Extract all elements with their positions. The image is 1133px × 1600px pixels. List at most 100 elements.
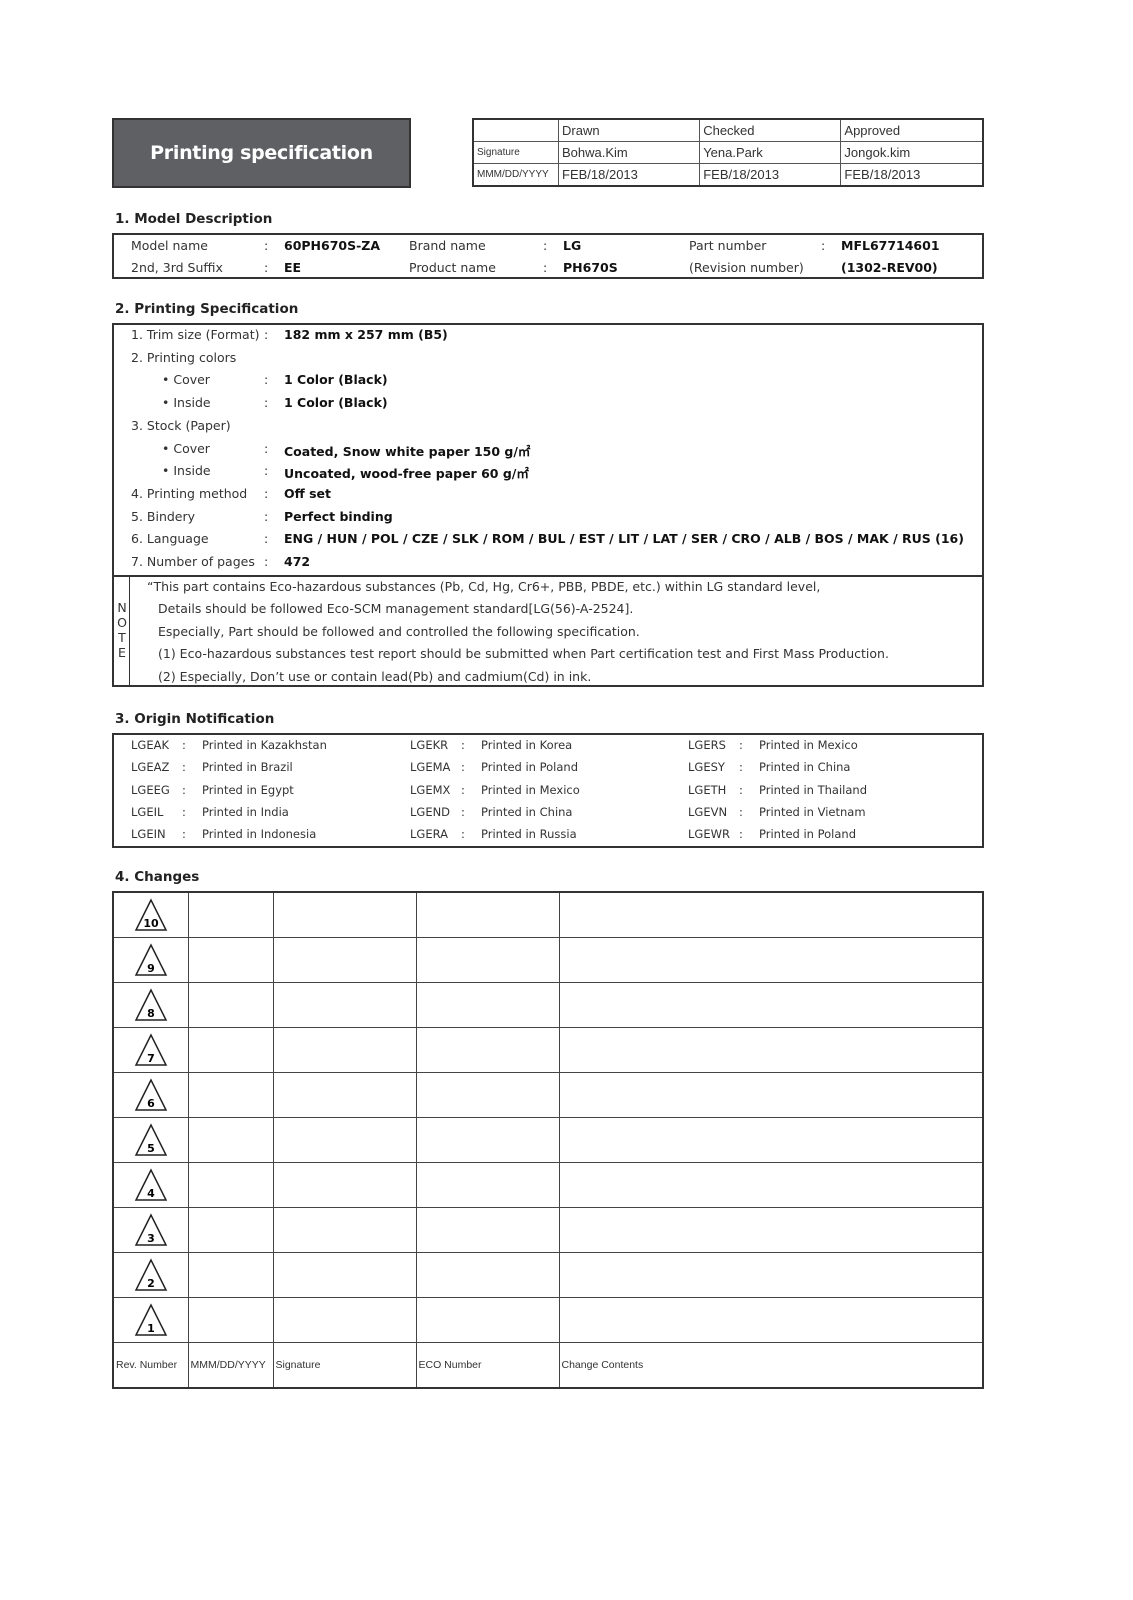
changes-cell: [272, 1072, 417, 1118]
changes-cell: [558, 1207, 984, 1253]
origin-text: Printed in Korea: [481, 738, 573, 752]
changes-cell: [558, 982, 984, 1028]
note-line: “This part contains Eco-hazardous substa…: [147, 579, 821, 594]
spec-item-colon: :: [264, 508, 269, 524]
changes-cell: [187, 1162, 274, 1208]
changes-cell: [272, 1117, 417, 1163]
changes-cell: [272, 937, 417, 983]
field-label: Part number: [689, 238, 767, 253]
changes-column-label: Rev. Number: [112, 1342, 189, 1389]
revision-number: 4: [147, 1187, 155, 1200]
origin-colon: :: [739, 760, 743, 775]
changes-cell: [415, 1297, 560, 1343]
changes-row: 5: [112, 1117, 984, 1163]
section-title-model: 1. Model Description: [115, 211, 273, 227]
revision-triangle-icon: 2: [134, 1258, 167, 1291]
signature-approved: Jongok.kim: [840, 141, 984, 164]
changes-row: 9: [112, 937, 984, 983]
origin-colon: :: [182, 760, 186, 775]
spec-item-label: 3. Stock (Paper): [131, 417, 231, 433]
note-line: (2) Especially, Don’t use or contain lea…: [158, 668, 592, 684]
changes-cell: [415, 1207, 560, 1253]
approval-table: Drawn Checked Approved Signature Bohwa.K…: [472, 118, 984, 187]
spec-item-label: • Inside: [162, 395, 211, 411]
spec-item-label: 7. Number of pages: [131, 554, 255, 569]
origin-text: Printed in Egypt: [202, 782, 294, 797]
changes-cell: [272, 1162, 417, 1208]
note-letter: N: [117, 600, 127, 615]
section-title-origin: 3. Origin Notification: [115, 711, 275, 727]
spec-item-label: 1. Trim size (Format): [131, 327, 260, 342]
changes-cell: [558, 1297, 984, 1343]
changes-cell: [187, 1072, 274, 1118]
revision-triangle-icon: 9: [134, 943, 167, 976]
revision-triangle-icon: 5: [134, 1123, 167, 1156]
changes-row: 7: [112, 1027, 984, 1073]
changes-cell: [187, 1297, 274, 1343]
spec-item-label: • Cover: [162, 440, 210, 456]
origin-text: Printed in Vietnam: [759, 804, 866, 819]
origin-code: LGEKR: [410, 738, 449, 752]
origin-text: Printed in Poland: [481, 760, 579, 775]
changes-row: 4: [112, 1162, 984, 1208]
origin-code: LGEIL: [131, 804, 164, 819]
approval-date-row: MMM/DD/YYYY FEB/18/2013 FEB/18/2013 FEB/…: [472, 163, 984, 187]
changes-cell: [415, 1117, 560, 1163]
revision-number: 8: [147, 1007, 155, 1020]
origin-colon: :: [739, 804, 743, 819]
revision-cell: 3: [112, 1207, 189, 1253]
origin-text: Printed in Mexico: [481, 782, 580, 797]
revision-cell: 2: [112, 1252, 189, 1298]
origin-code: LGEAK: [131, 738, 169, 752]
field-colon: :: [264, 260, 269, 275]
origin-colon: :: [182, 804, 186, 819]
date-checked: FEB/18/2013: [699, 163, 842, 187]
note-line: Details should be followed Eco-SCM manag…: [158, 601, 634, 617]
revision-number: 9: [147, 962, 155, 975]
field-colon: :: [264, 238, 269, 253]
spec-item-colon: :: [264, 531, 269, 547]
note-divider: [114, 575, 982, 577]
changes-cell: [415, 937, 560, 983]
changes-cell: [272, 1027, 417, 1073]
spec-item-colon: :: [264, 463, 269, 479]
origin-code: LGEAZ: [131, 760, 170, 775]
origin-text: Printed in Russia: [481, 827, 577, 842]
field-label: Brand name: [409, 238, 486, 253]
spec-item-colon: :: [264, 554, 269, 569]
changes-cell: [187, 1117, 274, 1163]
signature-drawn: Bohwa.Kim: [557, 141, 701, 164]
changes-column-label: Signature: [272, 1342, 417, 1389]
origin-code: LGEWR: [688, 827, 730, 842]
origin-code: LGETH: [688, 782, 727, 797]
field-colon: :: [543, 260, 548, 275]
origin-text: Printed in Thailand: [759, 782, 868, 797]
spec-item-value: 182 mm x 257 mm (B5): [284, 327, 448, 342]
origin-code: LGERA: [410, 827, 448, 842]
changes-cell: [415, 982, 560, 1028]
spec-item-colon: :: [264, 395, 269, 411]
revision-triangle-icon: 3: [134, 1213, 167, 1246]
origin-colon: :: [182, 827, 186, 842]
date-drawn: FEB/18/2013: [557, 163, 701, 187]
field-label: Model name: [131, 238, 208, 253]
revision-cell: 4: [112, 1162, 189, 1208]
approval-signature-row: Signature Bohwa.Kim Yena.Park Jongok.kim: [472, 141, 984, 164]
spec-item-value: ENG / HUN / POL / CZE / SLK / ROM / BUL …: [284, 531, 964, 547]
spec-item-label: • Cover: [162, 372, 210, 388]
printing-spec-box: NOTE 1. Trim size (Format):182 mm x 257 …: [112, 323, 984, 687]
origin-colon: :: [461, 782, 465, 797]
approval-col-drawn: Drawn: [557, 118, 701, 142]
note-line: Especially, Part should be followed and …: [158, 623, 640, 639]
origin-colon: :: [461, 760, 465, 775]
field-colon: :: [543, 238, 548, 253]
changes-column-label: MMM/DD/YYYY: [187, 1342, 274, 1389]
part-number-value: MFL67714601: [841, 238, 940, 253]
origin-code: LGEIN: [131, 827, 166, 842]
revision-cell: 8: [112, 982, 189, 1028]
changes-cell: [415, 1072, 560, 1118]
revision-number: 7: [147, 1052, 155, 1065]
note-line: (1) Eco-hazardous substances test report…: [158, 646, 889, 662]
approval-corner-cell: [472, 118, 559, 142]
origin-code: LGEEG: [131, 782, 170, 797]
